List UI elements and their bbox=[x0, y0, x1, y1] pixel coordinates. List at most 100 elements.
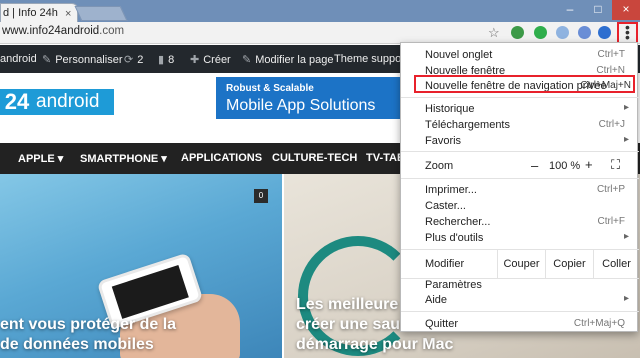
menu-label: Imprimer... bbox=[425, 184, 477, 196]
menu-shortcut: Ctrl+Maj+Q bbox=[573, 318, 625, 329]
menu-label: Caster... bbox=[425, 200, 466, 212]
menu-item-settings[interactable]: Paramètres bbox=[401, 277, 639, 293]
menu-item-find[interactable]: Rechercher... Ctrl+F bbox=[401, 214, 639, 230]
nav-label: APPLE bbox=[18, 153, 55, 165]
comment-count-badge: 0 bbox=[254, 189, 268, 203]
extension-icon[interactable] bbox=[556, 26, 569, 39]
banner-line-1: Robust & Scalable bbox=[226, 83, 314, 94]
admin-customize[interactable]: ✎ Personnaliser bbox=[42, 53, 122, 66]
nav-item-applications[interactable]: APPLICATIONS bbox=[181, 152, 262, 164]
menu-separator bbox=[401, 151, 639, 152]
pencil-icon: ✎ bbox=[242, 54, 252, 66]
menu-item-help[interactable]: Aide ▸ bbox=[401, 292, 639, 308]
logo-number[interactable]: 24 bbox=[0, 89, 34, 115]
tab-strip: d | Info 24h × – □ × bbox=[0, 0, 640, 22]
menu-item-cast[interactable]: Caster... bbox=[401, 198, 639, 214]
submenu-arrow-icon: ▸ bbox=[623, 102, 629, 113]
menu-label: Zoom bbox=[425, 160, 454, 172]
url-tld: .com bbox=[99, 25, 125, 37]
star-icon[interactable]: ☆ bbox=[488, 25, 500, 41]
customize-label: Personnaliser bbox=[55, 54, 123, 66]
menu-label: Modifier bbox=[425, 258, 465, 270]
fullscreen-icon[interactable]: ⛶ bbox=[611, 157, 620, 173]
admin-updates[interactable]: ⟳ 2 bbox=[124, 53, 143, 66]
menu-label: Aide bbox=[425, 294, 448, 306]
menu-shortcut: Ctrl+F bbox=[597, 216, 626, 227]
submenu-arrow-icon: ▸ bbox=[623, 231, 629, 242]
menu-label: Quitter bbox=[425, 318, 459, 330]
new-tab-button[interactable] bbox=[74, 6, 128, 21]
window-close-button[interactable]: × bbox=[612, 0, 640, 20]
browser-toolbar: www.info24android.com ☆ bbox=[0, 22, 640, 44]
banner-line-2: Mobile App Solutions bbox=[226, 97, 376, 114]
menu-separator bbox=[401, 311, 639, 312]
article-title-left[interactable]: ent vous protéger de la de données mobil… bbox=[0, 315, 176, 355]
logo-text[interactable]: android bbox=[34, 89, 114, 115]
cut-button[interactable]: Couper bbox=[497, 250, 545, 278]
menu-item-history[interactable]: Historique ▸ bbox=[401, 101, 639, 117]
menu-item-more-tools[interactable]: Plus d'outils ▸ bbox=[401, 230, 639, 246]
extension-icon[interactable] bbox=[598, 26, 611, 39]
brush-icon: ✎ bbox=[42, 54, 52, 66]
menu-item-new-tab[interactable]: Nouvel onglet Ctrl+T bbox=[401, 47, 639, 63]
admin-site-name[interactable]: android bbox=[0, 53, 37, 65]
zoom-in-button[interactable]: + bbox=[585, 157, 593, 172]
menu-shortcut: Ctrl+J bbox=[598, 119, 625, 130]
maximize-button[interactable]: □ bbox=[584, 0, 612, 20]
menu-separator bbox=[401, 178, 639, 179]
copy-button[interactable]: Copier bbox=[545, 250, 593, 278]
menu-item-bookmarks[interactable]: Favoris ▸ bbox=[401, 133, 639, 149]
nav-item-culture-tech[interactable]: CULTURE-TECH bbox=[272, 152, 357, 164]
browser-tab[interactable]: d | Info 24h × bbox=[0, 3, 78, 22]
menu-item-downloads[interactable]: Téléchargements Ctrl+J bbox=[401, 117, 639, 133]
refresh-icon: ⟳ bbox=[124, 54, 134, 66]
menu-item-print[interactable]: Imprimer... Ctrl+P bbox=[401, 182, 639, 198]
close-icon[interactable]: × bbox=[65, 8, 71, 20]
tab-title: d | Info 24h bbox=[3, 7, 58, 19]
edit-label: Modifier la page bbox=[255, 54, 334, 66]
menu-label: Historique bbox=[425, 103, 475, 115]
nav-item-apple[interactable]: APPLE ▾ bbox=[18, 152, 63, 165]
extension-icon[interactable] bbox=[578, 26, 591, 39]
new-label: Créer bbox=[203, 54, 231, 66]
zoom-value: 100 % bbox=[549, 160, 581, 172]
comments-count: 8 bbox=[168, 54, 175, 66]
extension-icon[interactable] bbox=[511, 26, 524, 39]
menu-item-edit: Modifier Couper Copier Coller bbox=[401, 250, 639, 278]
menu-item-quit[interactable]: Quitter Ctrl+Maj+Q bbox=[401, 316, 639, 332]
admin-edit-page[interactable]: ✎ Modifier la page bbox=[242, 53, 334, 66]
comment-icon: ▮ bbox=[158, 54, 165, 66]
chevron-down-icon: ▾ bbox=[57, 153, 64, 165]
article-title-line: ent vous protéger de la bbox=[0, 316, 177, 333]
address-bar[interactable]: www.info24android.com bbox=[2, 25, 124, 37]
article-title-line: démarrage pour Mac bbox=[296, 336, 454, 353]
menu-label: Téléchargements bbox=[425, 119, 510, 131]
nav-item-smartphone[interactable]: SMARTPHONE ▾ bbox=[80, 152, 167, 165]
minimize-button[interactable]: – bbox=[556, 0, 584, 20]
menu-label: Paramètres bbox=[425, 279, 482, 291]
extension-icon[interactable] bbox=[534, 26, 547, 39]
menu-label: Favoris bbox=[425, 135, 462, 147]
menu-shortcut: Ctrl+T bbox=[597, 49, 626, 60]
admin-comments[interactable]: ▮ 8 bbox=[158, 53, 174, 66]
submenu-arrow-icon: ▸ bbox=[623, 134, 629, 145]
nav-label: SMARTPHONE bbox=[80, 153, 159, 165]
admin-theme-support[interactable]: Theme support bbox=[334, 53, 408, 65]
menu-label: Plus d'outils bbox=[425, 232, 484, 244]
plus-icon: ✚ bbox=[190, 54, 200, 66]
incognito-highlight bbox=[414, 75, 635, 93]
menu-label: Rechercher... bbox=[425, 216, 491, 228]
admin-new[interactable]: ✚ Créer bbox=[190, 53, 231, 66]
menu-item-zoom: Zoom – 100 % + ⛶ bbox=[401, 156, 639, 176]
kebab-menu-icon[interactable]: • • • bbox=[625, 20, 630, 44]
url-host: www.info24android bbox=[2, 25, 100, 37]
zoom-out-button[interactable]: – bbox=[531, 158, 538, 173]
menu-shortcut: Ctrl+P bbox=[596, 184, 625, 195]
chevron-down-icon: ▾ bbox=[161, 153, 167, 165]
paste-button[interactable]: Coller bbox=[593, 250, 639, 278]
menu-separator bbox=[401, 97, 639, 98]
ad-banner[interactable]: Robust & Scalable Mobile App Solutions bbox=[216, 77, 400, 119]
article-title-line: de données mobiles bbox=[0, 336, 154, 353]
menu-label: Nouvel onglet bbox=[425, 49, 493, 61]
updates-count: 2 bbox=[137, 54, 144, 66]
